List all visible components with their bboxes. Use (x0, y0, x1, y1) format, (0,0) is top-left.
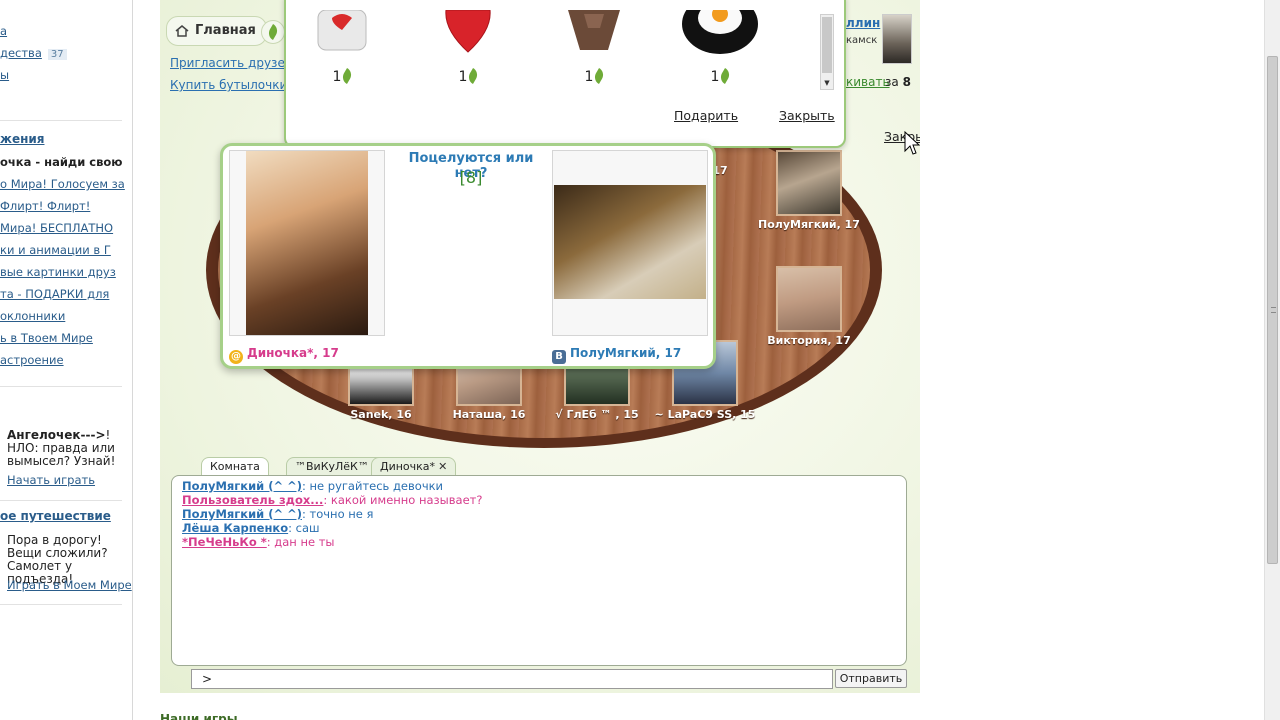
chat-message: ПолуМягкий (^ ^): точно не я (182, 507, 374, 521)
sidebar: а дества 37 ы жения очка - найди свою о М… (0, 0, 133, 720)
sidebar-link-1[interactable]: а (0, 24, 7, 38)
scroll-thumb[interactable] (822, 17, 832, 73)
top-user-city: камск (846, 35, 878, 46)
player-name: ПолуМягкий, 17 (758, 218, 860, 231)
kiss-popup: Поцелуются или нет? [8] @ Диночка*, 17 BП… (220, 143, 716, 369)
send-button[interactable]: Отправить (835, 669, 907, 688)
top-user-avatar[interactable] (882, 14, 912, 64)
buy-bottles-link[interactable]: Купить бутылочки (170, 78, 287, 92)
divider (0, 120, 122, 121)
divider (0, 604, 122, 605)
app-link[interactable]: оклонники (0, 309, 65, 323)
player-seat[interactable]: ПолуМягкий, 17 (758, 150, 860, 231)
chat-message: Пользователь здох...: какой именно назыв… (182, 493, 483, 507)
invite-friends-link[interactable]: Пригласить друзей (170, 56, 293, 70)
player-avatar (776, 150, 842, 216)
gift-price: 1 (680, 67, 760, 85)
gift-item[interactable]: 1 (554, 10, 634, 85)
player-seat[interactable]: Виктория, 17 (767, 266, 851, 347)
right-player-photo[interactable] (552, 150, 708, 336)
count-badge: 37 (47, 49, 67, 60)
left-player-photo[interactable] (229, 150, 385, 336)
app-link[interactable]: ь в Твоем Мире (0, 331, 93, 345)
top-user-name[interactable]: ллин (846, 16, 880, 30)
section-heading-apps[interactable]: жения (0, 132, 44, 146)
give-gift-button[interactable]: Подарить (674, 108, 738, 123)
divider (0, 500, 122, 501)
app-link[interactable]: астроение (0, 353, 64, 367)
bottles-tab[interactable] (261, 20, 285, 44)
grip-icon (1271, 307, 1276, 313)
gift-price: 1 (428, 67, 508, 85)
gift-scrollbar[interactable]: ▼ (820, 14, 834, 90)
gift-price: 1 (302, 67, 382, 85)
home-tab[interactable]: Главная (166, 16, 267, 46)
bottle-icon (718, 67, 733, 85)
start-game-link[interactable]: Начать играть (7, 473, 95, 487)
player-name: ~ LaPaC9 SS, 15 (654, 408, 756, 421)
kiss-link[interactable]: кивать (846, 75, 890, 89)
heart-box-icon (317, 9, 367, 51)
scroll-down-icon[interactable]: ▼ (822, 78, 832, 88)
price-label: за 8 (885, 75, 911, 89)
gift-item[interactable]: 1 (302, 9, 382, 85)
page-scrollbar[interactable] (1264, 0, 1280, 720)
scroll-thumb[interactable] (1267, 56, 1278, 564)
player-avatar (776, 266, 842, 332)
chocolate-icon (568, 10, 620, 50)
right-player-name[interactable]: B ПолуМягкий, 17 (552, 346, 681, 364)
app-link[interactable]: Мира! БЕСПЛАТНО (0, 221, 113, 235)
home-tab-label: Главная (195, 23, 256, 38)
close-icon[interactable]: ✕ (438, 460, 447, 473)
gift-item[interactable]: 1 (428, 9, 508, 85)
chat-input[interactable]: > (191, 669, 833, 689)
section-heading-travel[interactable]: ое путешествие (0, 509, 111, 523)
fried-egg-icon (682, 0, 758, 54)
home-icon (175, 25, 189, 37)
play-link[interactable]: Играть в Моем Мире (7, 578, 132, 592)
sidebar-link-2[interactable]: дества 37 (0, 46, 67, 60)
app-link[interactable]: ки и анимации в Г (0, 243, 111, 257)
app-link[interactable]: очка - найди свою (0, 155, 122, 169)
chat-message: *ПеЧеНьКо *: дан не ты (182, 535, 335, 549)
gift-item[interactable]: 1 (680, 0, 760, 85)
mail-icon: @ (229, 350, 243, 364)
red-heart-icon (445, 9, 491, 53)
bottle-icon (466, 67, 481, 85)
app-link[interactable]: Флирт! Флирт! (0, 199, 90, 213)
mouse-cursor-icon (904, 131, 920, 155)
close-gift-button[interactable]: Закрыть (779, 108, 835, 123)
bottle-game-app: Главная Пригласить друзей Купить бутылоч… (160, 0, 920, 693)
gift-popup: 1 1 1 1 ▼ Подарить Закрыть (284, 0, 846, 148)
bottle-icon (266, 23, 280, 41)
player-name: Виктория, 17 (767, 334, 851, 347)
game-description: Ангелочек--->! НЛО: правда или вымысел? … (7, 428, 116, 468)
app-link[interactable]: о Мира! Голосуем за (0, 177, 125, 191)
chat-message: ПолуМягкий (^ ^): не ругайтесь девочки (182, 479, 444, 493)
bottle-icon (592, 67, 607, 85)
chat-message: Лёша Карпенко: саш (182, 521, 320, 535)
vk-icon: B (552, 350, 566, 364)
our-games-heading: Наши игры (160, 712, 238, 720)
bottle-icon (340, 67, 355, 85)
kiss-counter: [8] (459, 168, 483, 187)
chat-log[interactable]: ПолуМягкий (^ ^): не ругайтесь девочки П… (171, 475, 907, 666)
chat-tab-room[interactable]: Комната (201, 457, 269, 476)
gift-price: 1 (554, 67, 634, 85)
app-link[interactable]: вые картинки друз (0, 265, 116, 279)
chat-tab-private[interactable]: Диночка* ✕ (371, 457, 457, 476)
app-link[interactable]: та - ПОДАРКИ для (0, 287, 109, 301)
sidebar-link-3[interactable]: ы (0, 68, 9, 82)
divider (0, 386, 122, 387)
left-player-name[interactable]: @ Диночка*, 17 (229, 346, 339, 364)
